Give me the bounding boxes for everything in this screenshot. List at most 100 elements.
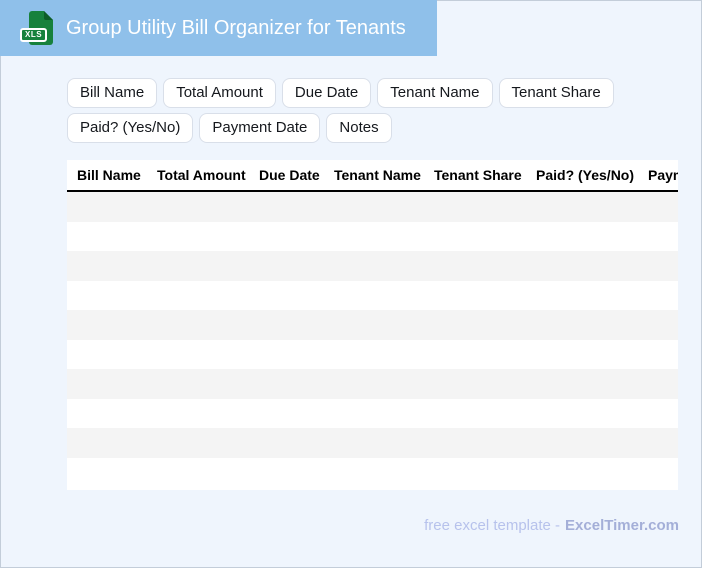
- table-cell: [529, 399, 641, 429]
- field-chip-total-amount[interactable]: Total Amount: [163, 78, 276, 108]
- table-header-row: Bill Name Total Amount Due Date Tenant Name…: [67, 160, 678, 191]
- table-cell: [427, 310, 529, 340]
- footer-brand-link[interactable]: ExcelTimer.com: [565, 517, 679, 534]
- footer-text: free excel template -: [424, 517, 561, 534]
- table-cell: [150, 222, 252, 252]
- table-cell: [641, 458, 678, 488]
- field-chip-bill-name[interactable]: Bill Name: [67, 78, 158, 108]
- table-cell: [641, 428, 678, 458]
- table-cell: [529, 191, 641, 222]
- column-header-paid-yes-no: Paid? (Yes/No): [536, 167, 635, 183]
- table-cell: [427, 222, 529, 252]
- field-chip-notes[interactable]: Notes: [326, 113, 392, 143]
- table-cell: [641, 399, 678, 429]
- table-cell: [327, 340, 427, 370]
- table-row: [67, 428, 678, 458]
- table-cell: [529, 340, 641, 370]
- table-cell: [427, 399, 529, 429]
- column-header-due-date: Due Date: [259, 167, 320, 183]
- table-cell: [529, 369, 641, 399]
- table-cell: [427, 340, 529, 370]
- table-cell: [150, 310, 252, 340]
- table-cell: [641, 191, 678, 222]
- table-cell: [641, 251, 678, 281]
- table-cell: [252, 251, 327, 281]
- table-cell: [150, 399, 252, 429]
- xls-file-icon: XLS: [20, 11, 53, 45]
- table-cell: [252, 399, 327, 429]
- page-title: Group Utility Bill Organizer for Tenants: [66, 17, 406, 39]
- table-cell: [67, 369, 150, 399]
- column-header-bill-name: Bill Name: [77, 167, 141, 183]
- table-cell: [427, 458, 529, 488]
- table-cell: [327, 222, 427, 252]
- column-header-total-amount: Total Amount: [157, 167, 246, 183]
- table-cell: [427, 191, 529, 222]
- table-cell: [252, 458, 327, 488]
- field-chip-paid-yes-no[interactable]: Paid? (Yes/No): [67, 113, 194, 143]
- table-row: [67, 281, 678, 311]
- table-cell: [252, 191, 327, 222]
- table-row: [67, 369, 678, 399]
- column-header-tenant-share: Tenant Share: [434, 167, 522, 183]
- table-cell: [641, 310, 678, 340]
- table-cell: [529, 281, 641, 311]
- table-cell: [150, 191, 252, 222]
- table-cell: [67, 251, 150, 281]
- table-cell: [327, 428, 427, 458]
- table-cell: [327, 369, 427, 399]
- table-cell: [529, 251, 641, 281]
- table-cell: [529, 310, 641, 340]
- column-header-payment-date: Payment Date: [648, 167, 678, 183]
- field-chip-tenant-share[interactable]: Tenant Share: [498, 78, 614, 108]
- table-cell: [641, 222, 678, 252]
- table-cell: [150, 458, 252, 488]
- table-cell: [67, 340, 150, 370]
- column-header-tenant-name: Tenant Name: [334, 167, 421, 183]
- table-cell: [252, 310, 327, 340]
- footer-caption: free excel template - ExcelTimer.com: [424, 517, 679, 534]
- field-chip-due-date[interactable]: Due Date: [281, 78, 372, 108]
- table-cell: [641, 281, 678, 311]
- table-cell: [67, 428, 150, 458]
- header-bar: XLS Group Utility Bill Organizer for Ten…: [0, 0, 437, 56]
- field-chip-tenant-name[interactable]: Tenant Name: [377, 78, 493, 108]
- table-cell: [67, 281, 150, 311]
- preview-table: Bill Name Total Amount Due Date Tenant Name…: [67, 160, 678, 487]
- table-cell: [529, 222, 641, 252]
- table-cell: [427, 251, 529, 281]
- field-chip-payment-date[interactable]: Payment Date: [199, 113, 321, 143]
- table-cell: [327, 191, 427, 222]
- table-cell: [150, 428, 252, 458]
- table-cell: [427, 428, 529, 458]
- table-row: [67, 399, 678, 429]
- table-cell: [252, 369, 327, 399]
- table-cell: [641, 369, 678, 399]
- table-cell: [529, 458, 641, 488]
- table-cell: [150, 281, 252, 311]
- table-row: [67, 458, 678, 488]
- table-cell: [150, 340, 252, 370]
- table-cell: [67, 222, 150, 252]
- table-cell: [252, 222, 327, 252]
- table-cell: [327, 310, 427, 340]
- table-row: [67, 251, 678, 281]
- table-cell: [641, 340, 678, 370]
- table-cell: [67, 458, 150, 488]
- table-cell: [150, 369, 252, 399]
- table-cell: [327, 458, 427, 488]
- table-cell: [252, 340, 327, 370]
- table-row: [67, 222, 678, 252]
- field-chips: Bill Name Total Amount Due Date Tenant Name…: [67, 78, 652, 143]
- table-cell: [67, 399, 150, 429]
- table-cell: [67, 191, 150, 222]
- table-cell: [252, 281, 327, 311]
- table-row: [67, 310, 678, 340]
- table-row: [67, 340, 678, 370]
- table-cell: [529, 428, 641, 458]
- table-row: [67, 191, 678, 222]
- table-cell: [427, 369, 529, 399]
- table-cell: [327, 399, 427, 429]
- table-cell: [252, 428, 327, 458]
- table-cell: [327, 251, 427, 281]
